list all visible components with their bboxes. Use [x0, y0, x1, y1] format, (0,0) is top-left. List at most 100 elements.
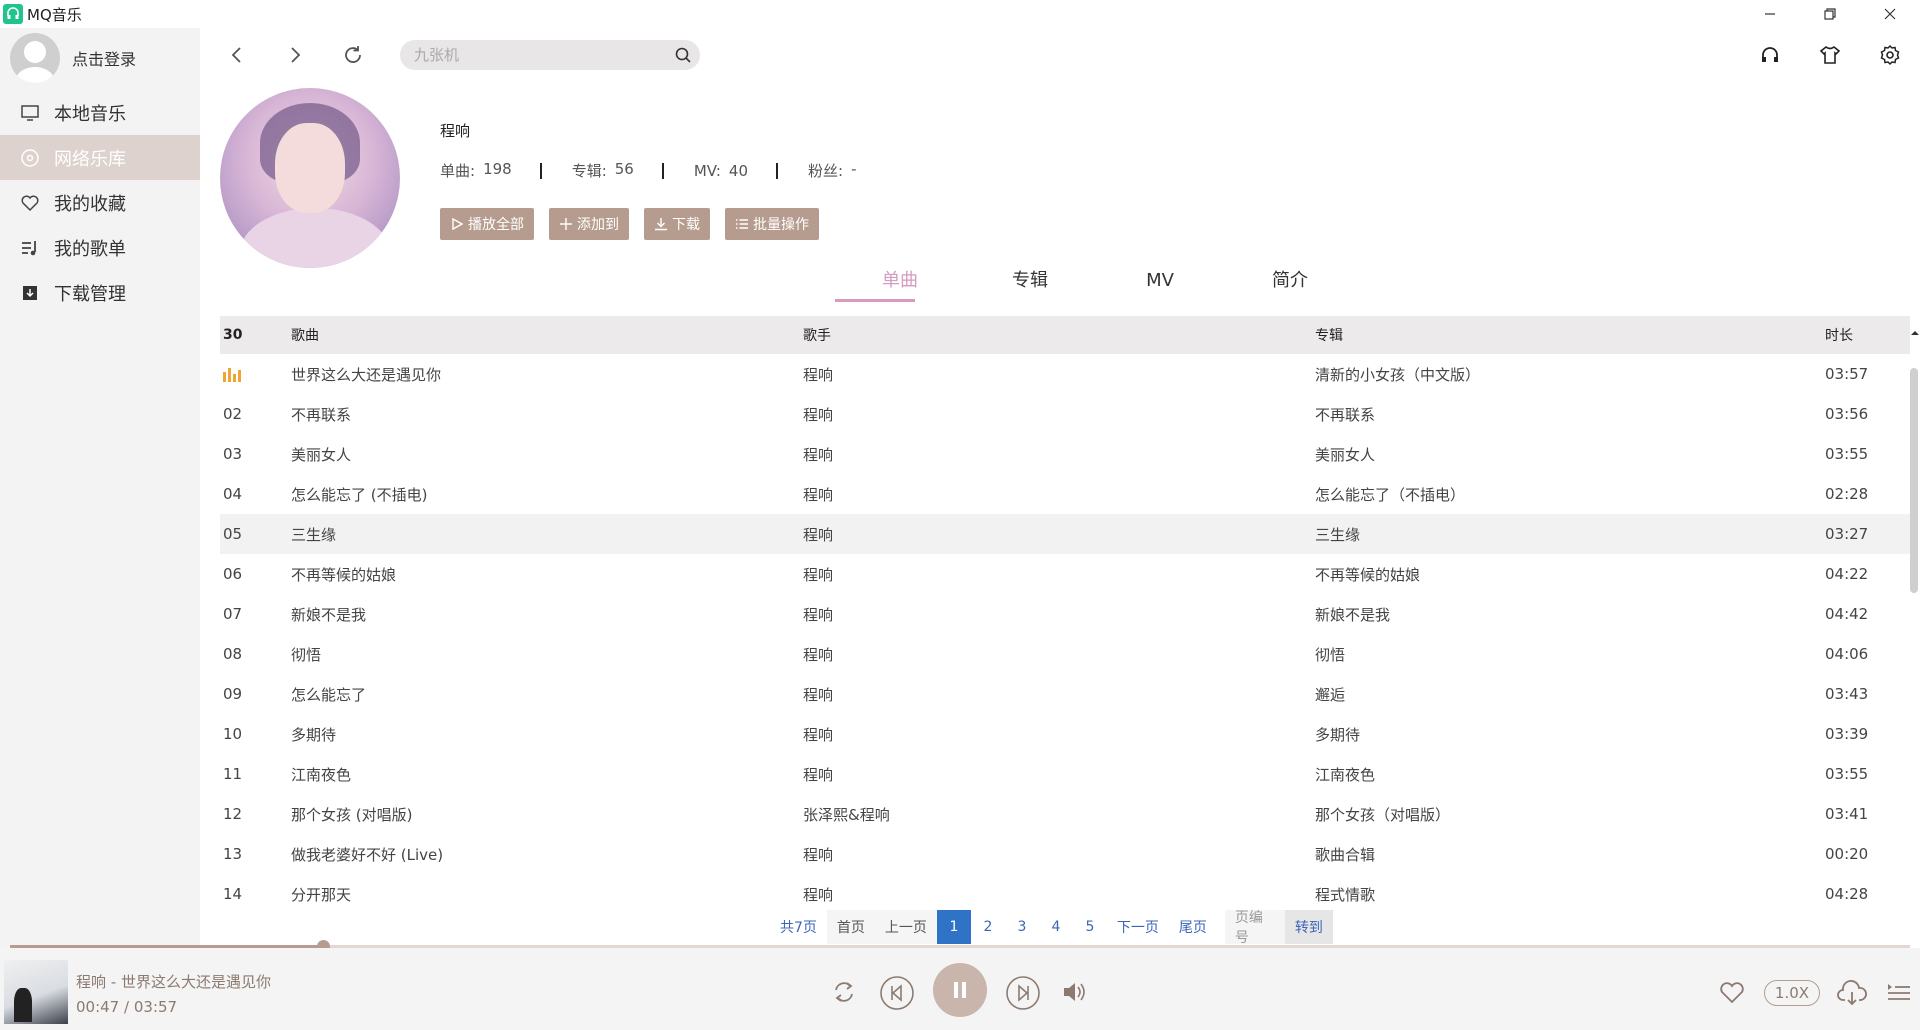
- add-to-button[interactable]: 添加到: [549, 208, 629, 240]
- song-artist[interactable]: 程响: [803, 764, 1315, 785]
- page-4-button[interactable]: 4: [1038, 910, 1073, 944]
- sidebar-item-downloads[interactable]: 下载管理: [0, 270, 200, 315]
- song-artist[interactable]: 张泽熙&程响: [803, 804, 1315, 825]
- song-artist[interactable]: 程响: [803, 724, 1315, 745]
- song-album[interactable]: 清新的小女孩（中文版）: [1315, 364, 1825, 385]
- page-1-button[interactable]: 1: [936, 910, 971, 944]
- first-page-button[interactable]: 首页: [826, 910, 875, 944]
- batch-operation-button[interactable]: 批量操作: [725, 208, 819, 240]
- song-album[interactable]: 程式情歌: [1315, 884, 1825, 905]
- song-album[interactable]: 多期待: [1315, 724, 1825, 745]
- table-row[interactable]: 04 怎么能忘了 (不插电) 程响 怎么能忘了（不插电） 02:28: [220, 474, 1910, 514]
- song-artist[interactable]: 程响: [803, 644, 1315, 665]
- song-artist[interactable]: 程响: [803, 604, 1315, 625]
- song-artist[interactable]: 程响: [803, 444, 1315, 465]
- table-row[interactable]: 06 不再等候的姑娘 程响 不再等候的姑娘 04:22: [220, 554, 1910, 594]
- volume-icon[interactable]: [1060, 978, 1088, 1006]
- minimize-icon[interactable]: [1740, 0, 1800, 28]
- song-album[interactable]: 美丽女人: [1315, 444, 1825, 465]
- sidebar-item-online-library[interactable]: 网络乐库: [0, 135, 200, 180]
- scroll-up-icon[interactable]: [1910, 326, 1920, 336]
- song-artist[interactable]: 程响: [803, 404, 1315, 425]
- previous-track-icon[interactable]: [879, 975, 915, 1011]
- page-3-button[interactable]: 3: [1004, 910, 1039, 944]
- table-row[interactable]: 05 三生缘 程响 三生缘 03:27: [220, 514, 1910, 554]
- song-album[interactable]: 彻悟: [1315, 644, 1825, 665]
- back-arrow-icon[interactable]: [224, 42, 250, 68]
- tab-singles[interactable]: 单曲: [835, 268, 965, 304]
- song-artist[interactable]: 程响: [803, 524, 1315, 545]
- cloud-download-icon[interactable]: [1836, 978, 1868, 1008]
- search-input[interactable]: [414, 46, 664, 64]
- playback-speed-button[interactable]: 1.0X: [1764, 980, 1820, 1006]
- table-row[interactable]: 09 怎么能忘了 程响 邂逅 03:43: [220, 674, 1910, 714]
- playlist-queue-icon[interactable]: [1886, 979, 1912, 1005]
- tab-mv[interactable]: MV: [1095, 268, 1225, 304]
- table-row[interactable]: 11 江南夜色 程响 江南夜色 03:55: [220, 754, 1910, 794]
- sidebar-item-favorites[interactable]: 我的收藏: [0, 180, 200, 225]
- header-album[interactable]: 专辑: [1315, 325, 1825, 345]
- album-cover[interactable]: [4, 960, 68, 1024]
- page-2-button[interactable]: 2: [970, 910, 1005, 944]
- forward-arrow-icon[interactable]: [282, 42, 308, 68]
- song-album[interactable]: 邂逅: [1315, 684, 1825, 705]
- tab-albums[interactable]: 专辑: [965, 268, 1095, 304]
- table-row[interactable]: 13 做我老婆好不好 (Live) 程响 歌曲合辑 00:20: [220, 834, 1910, 874]
- header-title[interactable]: 歌曲: [291, 325, 803, 345]
- goto-page-button[interactable]: 转到: [1284, 910, 1333, 944]
- song-album[interactable]: 怎么能忘了（不插电）: [1315, 484, 1825, 505]
- sidebar-item-my-playlists[interactable]: 我的歌单: [0, 225, 200, 270]
- song-album[interactable]: 那个女孩（对唱版）: [1315, 804, 1825, 825]
- play-all-button[interactable]: 播放全部: [440, 208, 534, 240]
- song-album[interactable]: 歌曲合辑: [1315, 844, 1825, 865]
- stat-singles: 单曲: 198: [440, 160, 512, 180]
- song-artist[interactable]: 程响: [803, 484, 1315, 505]
- table-row[interactable]: 世界这么大还是遇见你 程响 清新的小女孩（中文版） 03:57: [220, 354, 1910, 394]
- tab-intro[interactable]: 简介: [1225, 268, 1355, 304]
- page-number-input[interactable]: 页编号: [1224, 910, 1285, 946]
- header-artist[interactable]: 歌手: [803, 325, 1315, 345]
- song-artist[interactable]: 程响: [803, 884, 1315, 905]
- song-album[interactable]: 不再联系: [1315, 404, 1825, 425]
- song-artist[interactable]: 程响: [803, 364, 1315, 385]
- favorite-heart-icon[interactable]: [1718, 979, 1746, 1007]
- table-row[interactable]: 02 不再联系 程响 不再联系 03:56: [220, 394, 1910, 434]
- search-box[interactable]: [400, 40, 700, 70]
- gear-icon[interactable]: [1877, 42, 1903, 68]
- refresh-icon[interactable]: [340, 42, 366, 68]
- skin-shirt-icon[interactable]: [1817, 42, 1843, 68]
- table-row[interactable]: 08 彻悟 程响 彻悟 04:06: [220, 634, 1910, 674]
- login-link[interactable]: 点击登录: [72, 46, 136, 70]
- artist-name: 程响: [440, 122, 471, 140]
- last-page-button[interactable]: 尾页: [1168, 910, 1217, 944]
- artist-stats: 单曲: 198 专辑: 56 MV: 40 粉丝: -: [440, 160, 856, 181]
- download-button[interactable]: 下载: [644, 208, 710, 240]
- table-row[interactable]: 12 那个女孩 (对唱版) 张泽熙&程响 那个女孩（对唱版） 03:41: [220, 794, 1910, 834]
- song-artist[interactable]: 程响: [803, 564, 1315, 585]
- song-album[interactable]: 新娘不是我: [1315, 604, 1825, 625]
- table-row[interactable]: 10 多期待 程响 多期待 03:39: [220, 714, 1910, 754]
- headphones-icon[interactable]: [1757, 42, 1783, 68]
- table-row[interactable]: 03 美丽女人 程响 美丽女人 03:55: [220, 434, 1910, 474]
- song-artist[interactable]: 程响: [803, 844, 1315, 865]
- header-duration[interactable]: 时长: [1825, 325, 1910, 345]
- close-icon[interactable]: [1860, 0, 1920, 28]
- song-album[interactable]: 不再等候的姑娘: [1315, 564, 1825, 585]
- page-5-button[interactable]: 5: [1072, 910, 1107, 944]
- restore-icon[interactable]: [1800, 0, 1860, 28]
- song-album[interactable]: 江南夜色: [1315, 764, 1825, 785]
- sidebar-item-local-music[interactable]: 本地音乐: [0, 90, 200, 135]
- song-album[interactable]: 三生缘: [1315, 524, 1825, 545]
- repeat-icon[interactable]: [830, 978, 858, 1006]
- table-row[interactable]: 07 新娘不是我 程响 新娘不是我 04:42: [220, 594, 1910, 634]
- table-row[interactable]: 14 分开那天 程响 程式情歌 04:28: [220, 874, 1910, 914]
- avatar[interactable]: [10, 33, 60, 83]
- user-login[interactable]: 点击登录: [0, 28, 200, 88]
- search-icon[interactable]: [674, 46, 692, 64]
- prev-page-button[interactable]: 上一页: [874, 910, 937, 944]
- song-artist[interactable]: 程响: [803, 684, 1315, 705]
- scrollbar-thumb[interactable]: [1910, 368, 1918, 593]
- pause-button[interactable]: [933, 963, 987, 1017]
- next-track-icon[interactable]: [1005, 975, 1041, 1011]
- next-page-button[interactable]: 下一页: [1106, 910, 1169, 944]
